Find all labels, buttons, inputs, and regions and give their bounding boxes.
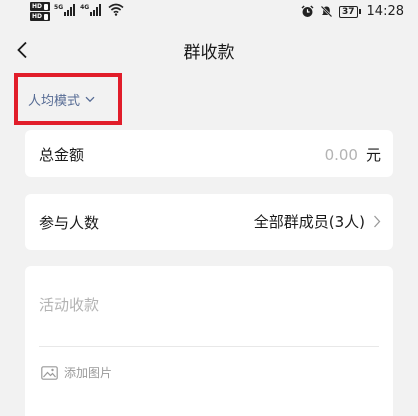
add-image-label: 添加图片	[64, 366, 113, 380]
page-title: 群收款	[183, 43, 235, 63]
participants-label: 参与人数	[39, 214, 100, 232]
network-type-label: 5G	[54, 4, 64, 11]
mute-icon	[320, 5, 333, 18]
hd-badges: HD HD	[30, 2, 51, 21]
battery-icon: 37	[339, 5, 361, 18]
nav-bar: 群收款	[0, 26, 418, 74]
divider	[39, 346, 379, 347]
hd-badge: HD	[30, 12, 51, 21]
participants-value: 全部群成员(3人)	[253, 213, 365, 231]
hd-badge-text: HD	[32, 13, 43, 20]
currency-unit: 元	[365, 146, 381, 164]
participants-card[interactable]: 参与人数 全部群成员(3人)	[25, 194, 393, 250]
battery-level: 37	[339, 5, 358, 18]
signal-strength-icon	[64, 2, 76, 16]
wifi-icon	[108, 3, 124, 16]
total-amount-label: 总金额	[39, 146, 85, 164]
chevron-right-icon	[374, 215, 381, 228]
activity-description-input[interactable]: 活动收款	[39, 294, 369, 320]
mode-selector[interactable]: 人均模式	[14, 73, 122, 125]
signal-strength-icon	[90, 2, 102, 16]
chevron-down-icon	[85, 96, 95, 103]
add-image-button[interactable]: 添加图片	[41, 364, 112, 381]
total-amount-value[interactable]: 0.00	[325, 146, 358, 164]
alarm-icon	[301, 5, 314, 17]
total-amount-card: 总金额 0.00 元	[25, 130, 393, 177]
total-amount-field[interactable]: 0.00 元	[325, 144, 381, 165]
hd-badge: HD	[30, 2, 51, 11]
image-icon	[41, 365, 58, 380]
activity-card: 活动收款 添加图片	[25, 266, 393, 416]
hd-badge-text: HD	[32, 3, 43, 10]
network-type-label: 4G	[80, 4, 90, 11]
mode-selector-label: 人均模式	[28, 93, 81, 109]
status-time: 14:28	[366, 4, 404, 19]
participants-selector[interactable]: 全部群成员(3人)	[254, 211, 381, 232]
status-bar-right: 37 14:28	[301, 4, 404, 19]
status-bar: HD HD 5G 4G 37 14:28	[0, 0, 418, 26]
status-bar-left: HD HD 5G 4G	[30, 2, 124, 21]
